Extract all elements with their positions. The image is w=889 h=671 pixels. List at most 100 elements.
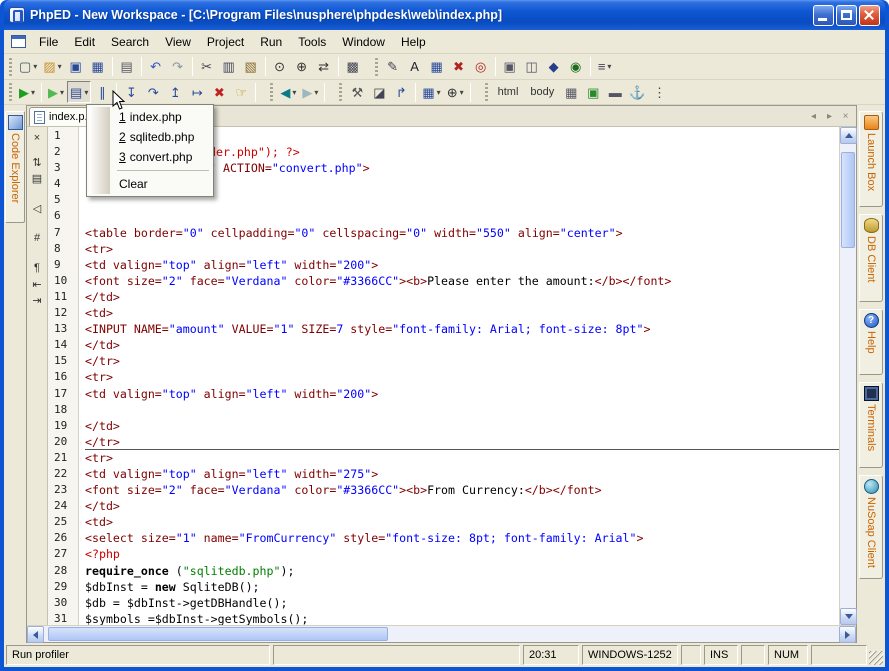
layout-button[interactable]: ▦▾ xyxy=(419,81,443,103)
panel-tab-nusoap-client[interactable]: NuSoap Client xyxy=(859,475,883,579)
toolbar-drag-handle[interactable] xyxy=(339,83,342,101)
body-tag-button[interactable]: body xyxy=(524,81,560,103)
close-file-icon[interactable]: × xyxy=(29,131,46,145)
code-editor[interactable]: ×⇅▤◁#¶⇤⇥ 1234567891011121314151617181920… xyxy=(27,127,856,625)
forward-button[interactable]: ▶▾ xyxy=(299,81,321,103)
scroll-right-button[interactable] xyxy=(839,626,856,643)
collapse-margin-icon[interactable]: ◁ xyxy=(29,201,46,215)
insert-table-button[interactable]: ▦ xyxy=(560,81,582,103)
back-button[interactable]: ◀▾ xyxy=(277,81,299,103)
menu-run[interactable]: Run xyxy=(252,32,290,52)
special-chars-icon[interactable]: ¶ xyxy=(29,261,46,275)
panel-tab-terminals[interactable]: Terminals xyxy=(859,382,883,468)
undo-button[interactable]: ↶ xyxy=(145,56,167,78)
menu-edit[interactable]: Edit xyxy=(66,32,103,52)
close-button[interactable] xyxy=(859,5,880,26)
scroll-down-button[interactable] xyxy=(840,608,857,625)
minimize-button[interactable] xyxy=(813,5,834,26)
preview-button[interactable]: ◉ xyxy=(565,56,587,78)
insert-image-button[interactable]: ▣ xyxy=(582,81,604,103)
insert-hr-button[interactable]: ▬ xyxy=(604,81,626,103)
title-bar[interactable]: PhpED - New Workspace - [C:\Program File… xyxy=(4,0,885,30)
select-block-button[interactable]: ▩ xyxy=(342,56,364,78)
frame-wizard-button[interactable]: ◫ xyxy=(521,56,543,78)
copy-button[interactable]: ▥ xyxy=(218,56,240,78)
menu-tools[interactable]: Tools xyxy=(290,32,334,52)
find-next-button[interactable]: ⊕ xyxy=(291,56,313,78)
toolbar-drag-handle[interactable] xyxy=(485,83,488,101)
target-button[interactable]: ◎ xyxy=(470,56,492,78)
indent-icon[interactable]: ⇥ xyxy=(29,293,46,307)
run-in-browser-button[interactable]: ▶▾ xyxy=(45,81,67,103)
html-tag-button[interactable]: html xyxy=(492,81,525,103)
find-button[interactable]: ⊙ xyxy=(269,56,291,78)
zoom-button[interactable]: ⊕▾ xyxy=(444,81,467,103)
menu-project[interactable]: Project xyxy=(199,32,252,52)
maximize-button[interactable] xyxy=(836,5,857,26)
toolbar-drag-handle[interactable] xyxy=(375,58,378,76)
view-button[interactable]: ◪ xyxy=(368,81,390,103)
panel-tab-code-explorer[interactable]: Code Explorer xyxy=(5,111,25,223)
print-button[interactable]: ▤ xyxy=(116,56,138,78)
toolbar-drag-handle[interactable] xyxy=(9,83,12,101)
object-wizard-button[interactable]: ◆ xyxy=(543,56,565,78)
tools-button[interactable]: ⚒ xyxy=(346,81,368,103)
unindent-icon[interactable]: ⇤ xyxy=(29,277,46,291)
toolbar-drag-handle[interactable] xyxy=(270,83,273,101)
form-wizard-button[interactable]: ▣ xyxy=(499,56,521,78)
bookmarks-icon[interactable]: ▤ xyxy=(29,171,46,185)
new-file-button[interactable]: ▢▾ xyxy=(16,56,40,78)
menu-item-sqlitedb-php[interactable]: 2sqlitedb.php xyxy=(89,127,211,147)
horizontal-scroll-thumb[interactable] xyxy=(48,627,388,641)
toolbar-options-button[interactable]: ≡▾ xyxy=(594,56,616,78)
menu-item-clear[interactable]: Clear xyxy=(89,174,211,194)
resize-grip[interactable] xyxy=(869,651,883,665)
scroll-left-button[interactable] xyxy=(27,626,44,643)
code-text-area[interactable]: der.php"); ?>" ACTION="convert.php"><tab… xyxy=(79,127,839,625)
replace-button[interactable]: ⇄ xyxy=(313,56,335,78)
tab-scroll-left-button[interactable]: ◂ xyxy=(806,109,821,124)
run-to-cursor-button[interactable]: ↦ xyxy=(186,81,208,103)
menu-view[interactable]: View xyxy=(157,32,199,52)
menu-window[interactable]: Window xyxy=(334,32,393,52)
step-over-button[interactable]: ↷ xyxy=(142,81,164,103)
menu-search[interactable]: Search xyxy=(103,32,157,52)
open-file-button[interactable]: ▨▾ xyxy=(40,56,64,78)
vertical-scroll-track[interactable] xyxy=(840,144,856,608)
open-files-list-button[interactable]: ▤▾ xyxy=(67,81,91,103)
save-button[interactable]: ▣ xyxy=(65,56,87,78)
menu-item-convert-php[interactable]: 3convert.php xyxy=(89,147,211,167)
toolbar-overflow-button[interactable]: ⋮ xyxy=(648,81,670,103)
menu-help[interactable]: Help xyxy=(393,32,434,52)
step-out-button[interactable]: ↥ xyxy=(164,81,186,103)
mdi-child-icon[interactable] xyxy=(11,35,26,48)
highlight-button[interactable]: A xyxy=(404,56,426,78)
split-editor-icon[interactable]: ⇅ xyxy=(29,155,46,169)
export-button[interactable]: ↱ xyxy=(390,81,412,103)
redo-button[interactable]: ↷ xyxy=(167,56,189,78)
tab-close-button[interactable]: × xyxy=(838,109,853,124)
horizontal-scrollbar[interactable] xyxy=(27,625,856,642)
app-icon[interactable] xyxy=(9,7,25,23)
menu-file[interactable]: File xyxy=(31,32,66,52)
tab-scroll-right-button[interactable]: ▸ xyxy=(822,109,837,124)
horizontal-scroll-track[interactable] xyxy=(44,626,839,642)
scroll-up-button[interactable] xyxy=(840,127,857,144)
paste-button[interactable]: ▧ xyxy=(240,56,262,78)
menu-item-index-php[interactable]: 1index.php xyxy=(89,107,211,127)
panel-tab-help[interactable]: ?Help xyxy=(859,309,883,375)
table-wizard-button[interactable]: ▦ xyxy=(426,56,448,78)
panel-tab-db-client[interactable]: DB Client xyxy=(859,214,883,302)
run-button[interactable]: ▶▾ xyxy=(16,81,38,103)
stop-button[interactable]: ✖ xyxy=(208,81,230,103)
vertical-scrollbar[interactable] xyxy=(839,127,856,625)
line-numbers-icon[interactable]: # xyxy=(29,231,46,245)
insert-anchor-button[interactable]: ⚓ xyxy=(626,81,648,103)
break-button[interactable]: ☞ xyxy=(230,81,252,103)
panel-tab-launch-box[interactable]: Launch Box xyxy=(859,111,883,207)
save-all-button[interactable]: ▦ xyxy=(87,56,109,78)
toolbar-drag-handle[interactable] xyxy=(9,58,12,76)
code-template-button[interactable]: ✎ xyxy=(382,56,404,78)
cut-button[interactable]: ✂ xyxy=(196,56,218,78)
delete-tag-button[interactable]: ✖ xyxy=(448,56,470,78)
